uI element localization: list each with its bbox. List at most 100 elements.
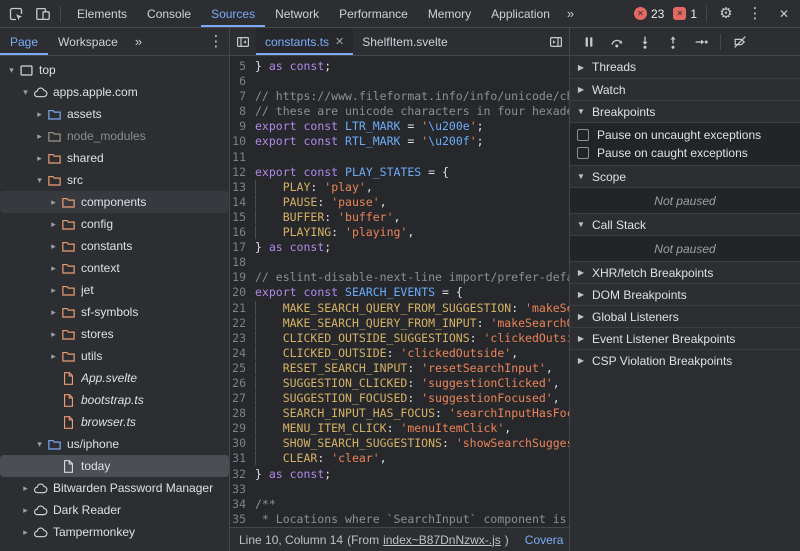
pause-script-icon[interactable] — [577, 31, 601, 53]
section-header-watch[interactable]: ▶ Watch — [570, 78, 800, 100]
checkbox-pause-on-caught-exceptions[interactable] — [577, 147, 589, 159]
line-number[interactable]: 23 — [230, 331, 255, 346]
code-line-16[interactable]: 16 PLAYING: 'playing', — [230, 225, 569, 240]
disclosure-arrow-icon[interactable]: ▾ — [5, 65, 18, 76]
code-line-21[interactable]: 21 MAKE_SEARCH_QUERY_FROM_SUGGESTION: 'm… — [230, 301, 569, 316]
close-icon[interactable]: ✕ — [771, 3, 797, 25]
tree-item-utils[interactable]: ▸ utils — [0, 345, 229, 367]
disclosure-arrow-icon[interactable]: ▸ — [47, 285, 60, 296]
code-line-13[interactable]: 13 PLAY: 'play', — [230, 180, 569, 195]
code-line-10[interactable]: 10 export const RTL_MARK = '\u200f'; — [230, 134, 569, 149]
line-number[interactable]: 17 — [230, 240, 255, 255]
tree-item-apps-apple-com[interactable]: ▾ apps.apple.com — [0, 81, 229, 103]
disclosure-arrow-icon[interactable]: ▸ — [47, 197, 60, 208]
line-number[interactable]: 15 — [230, 210, 255, 225]
section-header-scope[interactable]: ▼ Scope — [570, 165, 800, 187]
tree-item-bitwarden-password-manager[interactable]: ▸ Bitwarden Password Manager — [0, 477, 229, 499]
line-number[interactable]: 11 — [230, 150, 255, 165]
device-toolbar-icon[interactable] — [30, 3, 56, 25]
navigator-tab-workspace[interactable]: Workspace — [48, 28, 128, 55]
tab-network[interactable]: Network — [265, 0, 329, 27]
step-over-icon[interactable] — [605, 31, 629, 53]
step-out-icon[interactable] — [661, 31, 685, 53]
line-number[interactable]: 21 — [230, 301, 255, 316]
line-number[interactable]: 14 — [230, 195, 255, 210]
line-number[interactable]: 19 — [230, 270, 255, 285]
section-header-threads[interactable]: ▶ Threads — [570, 56, 800, 78]
tree-item-node-modules[interactable]: ▸ node_modules — [0, 125, 229, 147]
step-into-icon[interactable] — [633, 31, 657, 53]
line-number[interactable]: 35 — [230, 512, 255, 527]
sourcemap-origin-link[interactable]: index~B87DnNzwx-.js — [383, 533, 501, 547]
disclosure-arrow-icon[interactable]: ▸ — [19, 505, 32, 516]
disclosure-arrow-icon[interactable]: ▸ — [47, 329, 60, 340]
line-number[interactable]: 10 — [230, 134, 255, 149]
disclosure-arrow-icon[interactable]: ▸ — [33, 131, 46, 142]
code-line-7[interactable]: 7// https://www.fileformat.info/info/uni… — [230, 89, 569, 104]
code-line-11[interactable]: 11 — [230, 150, 569, 165]
code-line-26[interactable]: 26 SUGGESTION_CLICKED: 'suggestionClicke… — [230, 376, 569, 391]
disclosure-arrow-icon[interactable]: ▸ — [47, 241, 60, 252]
tree-item-src[interactable]: ▾ src — [0, 169, 229, 191]
line-number[interactable]: 9 — [230, 119, 255, 134]
hide-navigator-icon[interactable] — [230, 31, 256, 53]
code-line-34[interactable]: 34/** — [230, 497, 569, 512]
code-line-18[interactable]: 18 — [230, 255, 569, 270]
settings-gear-icon[interactable]: ⚙ — [713, 3, 739, 25]
disclosure-arrow-icon[interactable]: ▸ — [33, 153, 46, 164]
line-number[interactable]: 13 — [230, 180, 255, 195]
deactivate-breakpoints-icon[interactable] — [728, 31, 752, 53]
tree-item-today[interactable]: today — [0, 455, 229, 477]
tree-item-components[interactable]: ▸ components — [0, 191, 229, 213]
code-line-33[interactable]: 33 — [230, 482, 569, 497]
line-number[interactable]: 6 — [230, 74, 255, 89]
line-number[interactable]: 12 — [230, 165, 255, 180]
code-line-20[interactable]: 20 export const SEARCH_EVENTS = { — [230, 285, 569, 300]
disclosure-arrow-icon[interactable]: ▾ — [33, 175, 46, 186]
line-number[interactable]: 25 — [230, 361, 255, 376]
tab-application[interactable]: Application — [481, 0, 560, 27]
editor-tab-constants-ts[interactable]: constants.ts ✕ — [256, 28, 354, 55]
navigator-tab-page[interactable]: Page — [0, 28, 48, 55]
line-number[interactable]: 8 — [230, 104, 255, 119]
code-line-19[interactable]: 19// eslint-disable-next-line import/pre… — [230, 270, 569, 285]
section-header-event-listener-breakpoints[interactable]: ▶ Event Listener Breakpoints — [570, 327, 800, 349]
code-line-28[interactable]: 28 SEARCH_INPUT_HAS_FOCUS: 'searchInputH… — [230, 406, 569, 421]
tab-sources[interactable]: Sources — [201, 0, 265, 27]
disclosure-arrow-icon[interactable]: ▸ — [33, 109, 46, 120]
tree-item-shared[interactable]: ▸ shared — [0, 147, 229, 169]
tab-elements[interactable]: Elements — [67, 0, 137, 27]
disclosure-arrow-icon[interactable]: ▾ — [19, 87, 32, 98]
tree-item-app-svelte[interactable]: App.svelte — [0, 367, 229, 389]
code-area[interactable]: 5} as const; 6 7// https://www.fileformat.… — [230, 56, 569, 527]
line-number[interactable]: 32 — [230, 467, 255, 482]
tab-performance[interactable]: Performance — [329, 0, 418, 27]
code-line-15[interactable]: 15 BUFFER: 'buffer', — [230, 210, 569, 225]
section-header-csp-violation-breakpoints[interactable]: ▶ CSP Violation Breakpoints — [570, 349, 800, 371]
section-header-global-listeners[interactable]: ▶ Global Listeners — [570, 305, 800, 327]
code-line-27[interactable]: 27 SUGGESTION_FOCUSED: 'suggestionFocuse… — [230, 391, 569, 406]
tree-item-tampermonkey[interactable]: ▸ Tampermonkey — [0, 521, 229, 543]
disclosure-arrow-icon[interactable]: ▸ — [47, 307, 60, 318]
navigator-menu-icon[interactable]: ⋮ — [203, 31, 229, 53]
code-line-6[interactable]: 6 — [230, 74, 569, 89]
code-line-25[interactable]: 25 RESET_SEARCH_INPUT: 'resetSearchInput… — [230, 361, 569, 376]
tree-item-context[interactable]: ▸ context — [0, 257, 229, 279]
code-line-8[interactable]: 8// these are unicode characters in four… — [230, 104, 569, 119]
tree-item-assets[interactable]: ▸ assets — [0, 103, 229, 125]
kebab-menu-icon[interactable]: ⋮ — [742, 3, 768, 25]
code-line-32[interactable]: 32} as const; — [230, 467, 569, 482]
disclosure-arrow-icon[interactable]: ▸ — [47, 263, 60, 274]
code-line-17[interactable]: 17} as const; — [230, 240, 569, 255]
disclosure-arrow-icon[interactable]: ▸ — [47, 351, 60, 362]
editor-tab-shelfitem-svelte[interactable]: ShelfItem.svelte — [353, 28, 456, 55]
section-header-breakpoints[interactable]: ▼ Breakpoints — [570, 100, 800, 122]
code-line-14[interactable]: 14 PAUSE: 'pause', — [230, 195, 569, 210]
code-line-30[interactable]: 30 SHOW_SEARCH_SUGGESTIONS: 'showSearchS… — [230, 436, 569, 451]
line-number[interactable]: 33 — [230, 482, 255, 497]
tree-item-config[interactable]: ▸ config — [0, 213, 229, 235]
line-number[interactable]: 29 — [230, 421, 255, 436]
line-number[interactable]: 7 — [230, 89, 255, 104]
tree-item-jet[interactable]: ▸ jet — [0, 279, 229, 301]
code-line-31[interactable]: 31 CLEAR: 'clear', — [230, 451, 569, 466]
